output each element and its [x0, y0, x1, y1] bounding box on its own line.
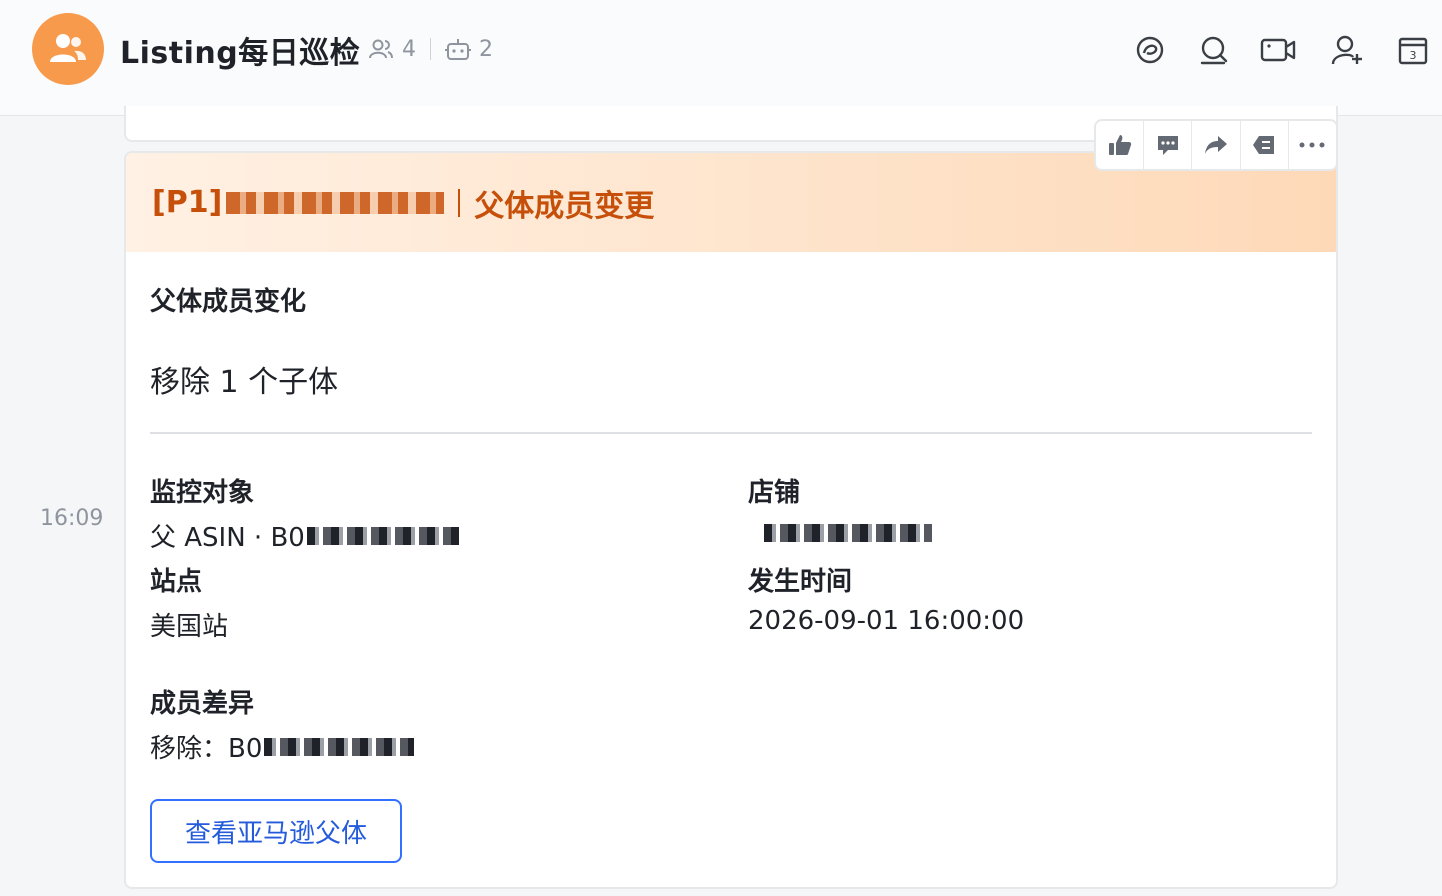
diff-value: 移除：B0 — [150, 734, 263, 764]
search-button[interactable] — [1192, 28, 1236, 72]
change-section-title: 父体成员变化 — [150, 287, 307, 317]
store-value-redacted — [726, 512, 970, 554]
svg-text:3: 3 — [1410, 49, 1417, 62]
store-label: 店铺 — [748, 478, 801, 508]
bot-icon — [445, 39, 471, 60]
redacted-product-name — [226, 191, 445, 214]
card-title-suffix: 父体成员变更 — [474, 188, 655, 224]
monitor-value: 父 ASIN · B0 — [150, 523, 305, 553]
site-label: 站点 — [150, 567, 203, 597]
redacted-store-name — [764, 524, 932, 542]
forward-button[interactable] — [1192, 121, 1241, 169]
chat-bubble-button[interactable] — [1128, 28, 1172, 72]
section-divider — [150, 432, 1312, 434]
reply-icon — [1157, 136, 1178, 155]
group-users-icon — [50, 34, 86, 62]
diff-label: 成员差异 — [150, 689, 255, 719]
pin-button[interactable] — [1241, 121, 1289, 169]
member-count-group[interactable]: 4 — [368, 37, 416, 62]
priority-tag: [P1] — [152, 185, 223, 220]
thumbs-up-icon — [1108, 135, 1131, 155]
add-member-icon — [1331, 35, 1362, 65]
diff-value-row: 移除：B0 — [150, 728, 415, 765]
more-icon — [1299, 142, 1325, 148]
calendar-icon: 3 — [1398, 37, 1428, 65]
chat-bubble-icon — [1136, 36, 1164, 64]
monitor-value-row: 父 ASIN · B0 — [150, 517, 459, 554]
change-summary: 移除 1 个子体 — [150, 365, 339, 400]
time-value: 2026-09-01 16:00:00 — [748, 606, 1025, 636]
chat-header: Listing每日巡检 4 2 3 — [0, 0, 1442, 116]
reply-button[interactable] — [1144, 121, 1193, 169]
bot-count: 2 — [479, 36, 493, 62]
redacted-child-asin — [264, 737, 415, 756]
message-action-bar — [1094, 119, 1338, 171]
calendar-button[interactable]: 3 — [1391, 28, 1435, 72]
title-divider — [458, 188, 461, 217]
group-avatar[interactable] — [32, 13, 104, 85]
members-icon — [369, 39, 393, 59]
redacted-asin — [306, 526, 459, 545]
message-timestamp: 16:09 — [40, 506, 104, 531]
member-count: 4 — [402, 36, 416, 62]
view-amazon-parent-button[interactable]: 查看亚马逊父体 — [150, 799, 402, 863]
forward-icon — [1205, 136, 1227, 154]
pin-icon — [1253, 136, 1275, 154]
video-call-button[interactable] — [1256, 28, 1300, 72]
search-icon — [1200, 36, 1228, 65]
meta-divider — [430, 38, 431, 60]
chat-meta: 4 2 — [368, 33, 493, 65]
monitor-label: 监控对象 — [150, 478, 255, 508]
time-label: 发生时间 — [748, 567, 853, 597]
more-button[interactable] — [1289, 121, 1336, 169]
video-call-icon — [1260, 38, 1296, 62]
chat-title[interactable]: Listing每日巡检 — [120, 28, 360, 72]
like-button[interactable] — [1096, 121, 1145, 169]
add-member-button[interactable] — [1326, 28, 1370, 72]
site-value: 美国站 — [150, 612, 229, 642]
card-title: [P1] 父体成员变更 — [152, 181, 654, 225]
bot-count-group[interactable]: 2 — [445, 37, 493, 62]
